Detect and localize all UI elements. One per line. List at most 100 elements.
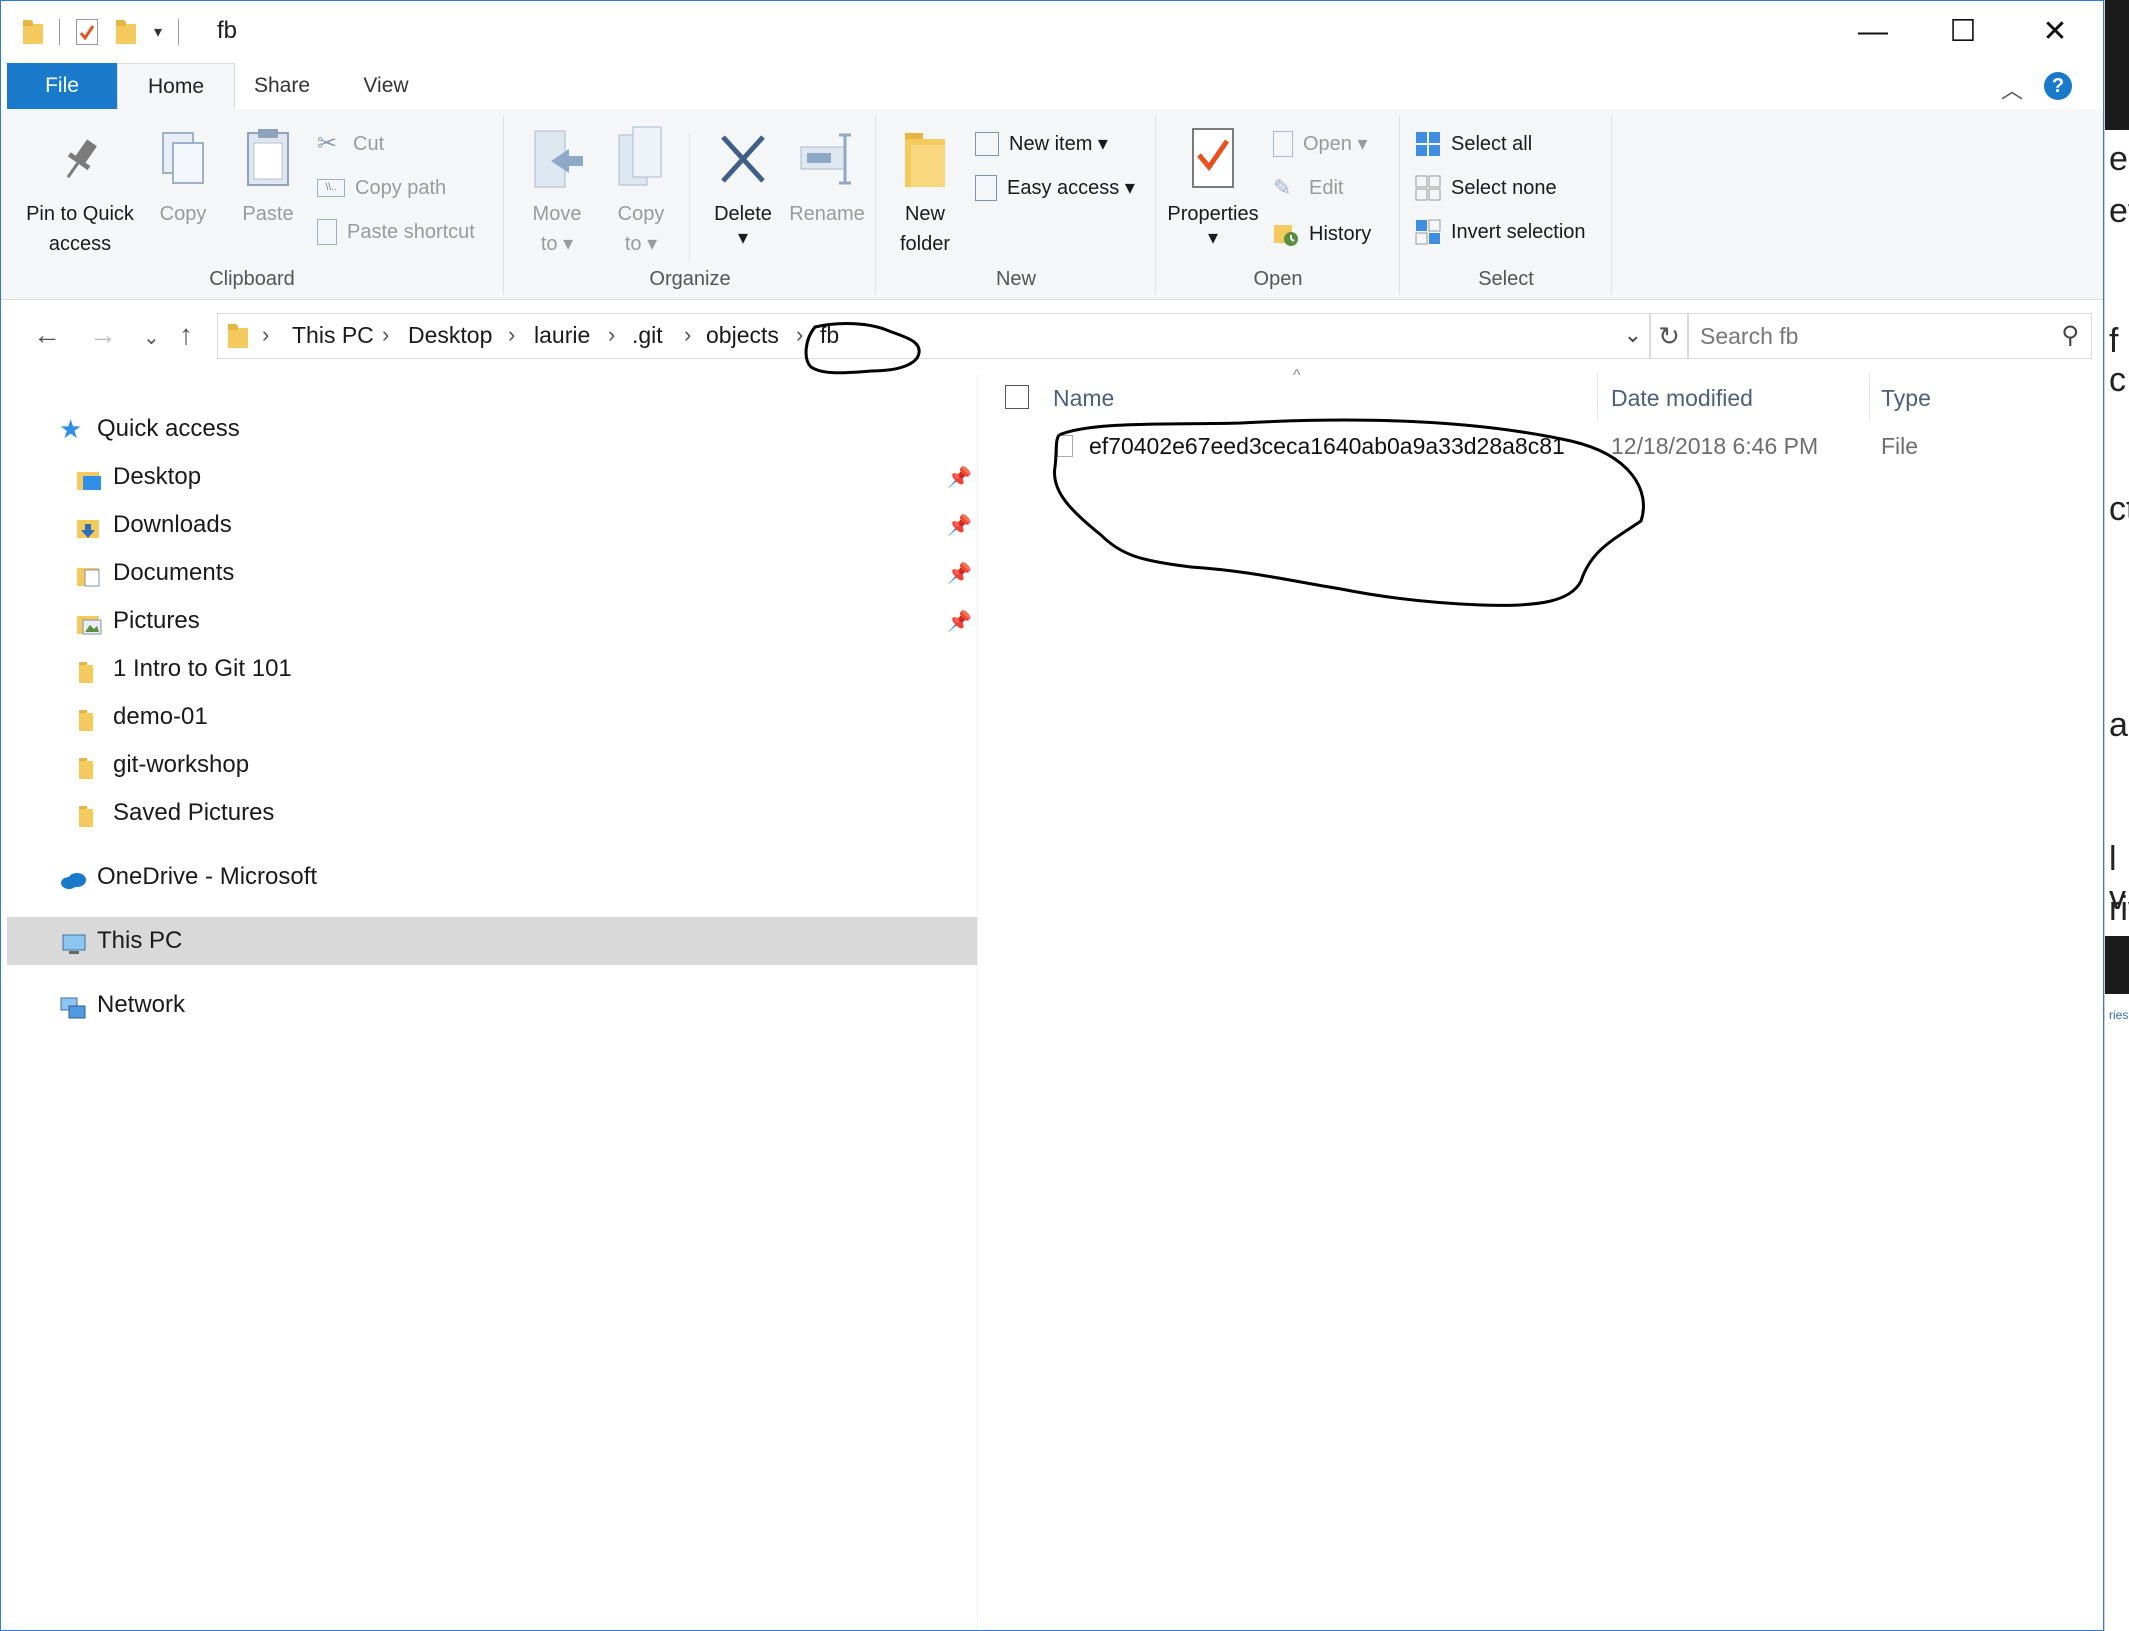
nav-item-folder[interactable]: 1 Intro to Git 101 — [75, 645, 292, 693]
organize-group-label: Organize — [649, 268, 731, 290]
copy-to-button[interactable]: Copy to ▾ — [603, 125, 679, 259]
background-text-fragment: riv — [2109, 890, 2129, 928]
easy-access-button[interactable]: Easy access ▾ — [975, 171, 1135, 205]
copy-label: Copy — [159, 203, 207, 225]
move-to-button[interactable]: Move to ▾ — [519, 125, 595, 259]
pin-icon[interactable]: 📌 — [947, 561, 972, 586]
copy-button[interactable]: Copy — [151, 125, 215, 229]
forward-arrow-icon[interactable]: → — [89, 319, 117, 351]
tab-home[interactable]: Home — [117, 63, 235, 111]
minimize-button[interactable]: — — [1843, 9, 1903, 55]
column-header-name[interactable]: Name — [1053, 385, 1114, 412]
folder-icon — [75, 751, 103, 779]
select-none-button[interactable]: Select none — [1415, 171, 1557, 205]
background-text-fragment: ec — [2109, 140, 2129, 178]
tab-share[interactable]: Share — [237, 63, 327, 109]
edit-button[interactable]: ✎ Edit — [1273, 171, 1343, 205]
window-title: fb — [217, 17, 238, 44]
paste-button[interactable]: Paste — [229, 125, 307, 229]
column-divider[interactable] — [1869, 373, 1870, 421]
breadcrumb-this-pc[interactable]: This PC — [292, 322, 374, 349]
chevron-right-icon[interactable]: › — [684, 322, 691, 348]
search-icon[interactable]: ⚲ — [2061, 314, 2079, 358]
breadcrumb-git[interactable]: .git — [632, 322, 663, 349]
collapse-ribbon-icon[interactable]: ︿ — [2001, 73, 2023, 105]
help-icon[interactable]: ? — [2044, 72, 2072, 100]
breadcrumb-desktop[interactable]: Desktop — [408, 322, 492, 349]
tab-view[interactable]: View — [341, 63, 431, 109]
breadcrumb-laurie[interactable]: laurie — [534, 322, 590, 349]
copy-to-label-line1: Copy — [617, 203, 665, 225]
nav-item-folder[interactable]: demo-01 — [75, 693, 208, 741]
search-box[interactable]: Search fb ⚲ — [1687, 313, 2092, 359]
chevron-right-icon[interactable]: › — [796, 322, 803, 348]
nav-onedrive[interactable]: OneDrive - Microsoft — [59, 853, 317, 901]
properties-quick-icon[interactable] — [76, 19, 98, 45]
nav-this-pc[interactable]: This PC — [59, 917, 182, 965]
cut-button[interactable]: ✂ Cut — [317, 127, 384, 161]
close-button[interactable]: ✕ — [2025, 9, 2085, 55]
up-arrow-icon[interactable]: ↑ — [179, 319, 193, 351]
new-item-button[interactable]: New item ▾ — [975, 127, 1108, 161]
nav-item-folder[interactable]: git-workshop — [75, 741, 249, 789]
pin-icon[interactable]: 📌 — [947, 465, 972, 490]
nav-label: This PC — [97, 927, 183, 954]
delete-button[interactable]: Delete ▾ — [701, 125, 785, 248]
column-header-type[interactable]: Type — [1881, 385, 1931, 412]
select-all-button[interactable]: Select all — [1415, 127, 1532, 161]
recent-locations-chevron-icon[interactable]: ⌄ — [143, 325, 160, 350]
breadcrumb-fb[interactable]: fb — [820, 322, 839, 349]
pin-to-quick-access-button[interactable]: Pin to Quick access — [15, 125, 145, 259]
new-folder-label-line2: folder — [899, 233, 951, 255]
history-button[interactable]: History — [1273, 217, 1371, 251]
file-type: File — [1881, 433, 1919, 459]
column-header-date-modified[interactable]: Date modified — [1611, 385, 1753, 412]
properties-button[interactable]: Properties ▾ — [1163, 125, 1263, 248]
new-folder-button[interactable]: New folder — [889, 125, 961, 259]
nav-item-pictures[interactable]: Pictures — [75, 597, 200, 645]
chevron-right-icon[interactable]: › — [508, 322, 515, 348]
paste-shortcut-button[interactable]: Paste shortcut — [317, 215, 475, 249]
new-folder-quick-icon[interactable] — [116, 20, 136, 44]
open-icon — [1273, 131, 1293, 157]
chevron-right-icon[interactable]: › — [608, 322, 615, 348]
invert-selection-button[interactable]: Invert selection — [1415, 215, 1586, 249]
column-divider[interactable] — [1597, 373, 1598, 421]
nav-item-folder[interactable]: Saved Pictures — [75, 789, 274, 837]
properties-dropdown-arrow[interactable]: ▾ — [1163, 228, 1263, 248]
rename-button[interactable]: Rename — [785, 125, 869, 229]
invert-selection-label: Invert selection — [1451, 221, 1586, 243]
open-button[interactable]: Open ▾ — [1273, 127, 1368, 161]
table-row[interactable]: ef70402e67eed3ceca1640ab0a9a33d28a8c81 1… — [981, 423, 2103, 471]
maximize-button[interactable]: ☐ — [1933, 9, 1993, 55]
move-to-icon — [529, 125, 585, 195]
nav-network[interactable]: Network — [59, 981, 185, 1029]
pin-icon[interactable]: 📌 — [947, 513, 972, 538]
pin-icon[interactable]: 📌 — [947, 609, 972, 634]
properties-icon — [1185, 125, 1241, 195]
chevron-right-icon[interactable]: › — [382, 322, 389, 348]
address-dropdown-chevron-icon[interactable]: ⌄ — [1624, 322, 1642, 348]
address-bar[interactable]: › This PC › Desktop › laurie › .git › ob… — [217, 313, 1651, 359]
tab-file[interactable]: File — [7, 63, 117, 109]
new-group-label: New — [995, 268, 1036, 290]
chevron-right-icon[interactable]: › — [262, 322, 269, 348]
nav-item-downloads[interactable]: Downloads — [75, 501, 232, 549]
nav-item-desktop[interactable]: Desktop — [75, 453, 201, 501]
new-folder-icon — [897, 125, 953, 195]
quick-access-toolbar: ▾ — [23, 17, 180, 47]
back-arrow-icon[interactable]: ← — [33, 319, 61, 351]
scissors-icon: ✂ — [317, 130, 338, 157]
copy-path-button[interactable]: \\.. Copy path — [317, 171, 446, 205]
edit-pencil-icon: ✎ — [1273, 175, 1292, 200]
nav-quick-access[interactable]: ★ Quick access — [59, 405, 240, 453]
background-dark-block — [2105, 0, 2129, 130]
refresh-icon[interactable]: ↻ — [1649, 313, 1689, 359]
easy-access-label: Easy access ▾ — [1007, 177, 1135, 199]
select-all-checkbox[interactable] — [1005, 385, 1029, 409]
customize-toolbar-icon[interactable]: ▾ — [154, 22, 162, 42]
breadcrumb-objects[interactable]: objects — [706, 322, 779, 349]
delete-dropdown-arrow[interactable]: ▾ — [701, 228, 785, 248]
nav-label: Quick access — [97, 415, 240, 442]
nav-item-documents[interactable]: Documents — [75, 549, 234, 597]
